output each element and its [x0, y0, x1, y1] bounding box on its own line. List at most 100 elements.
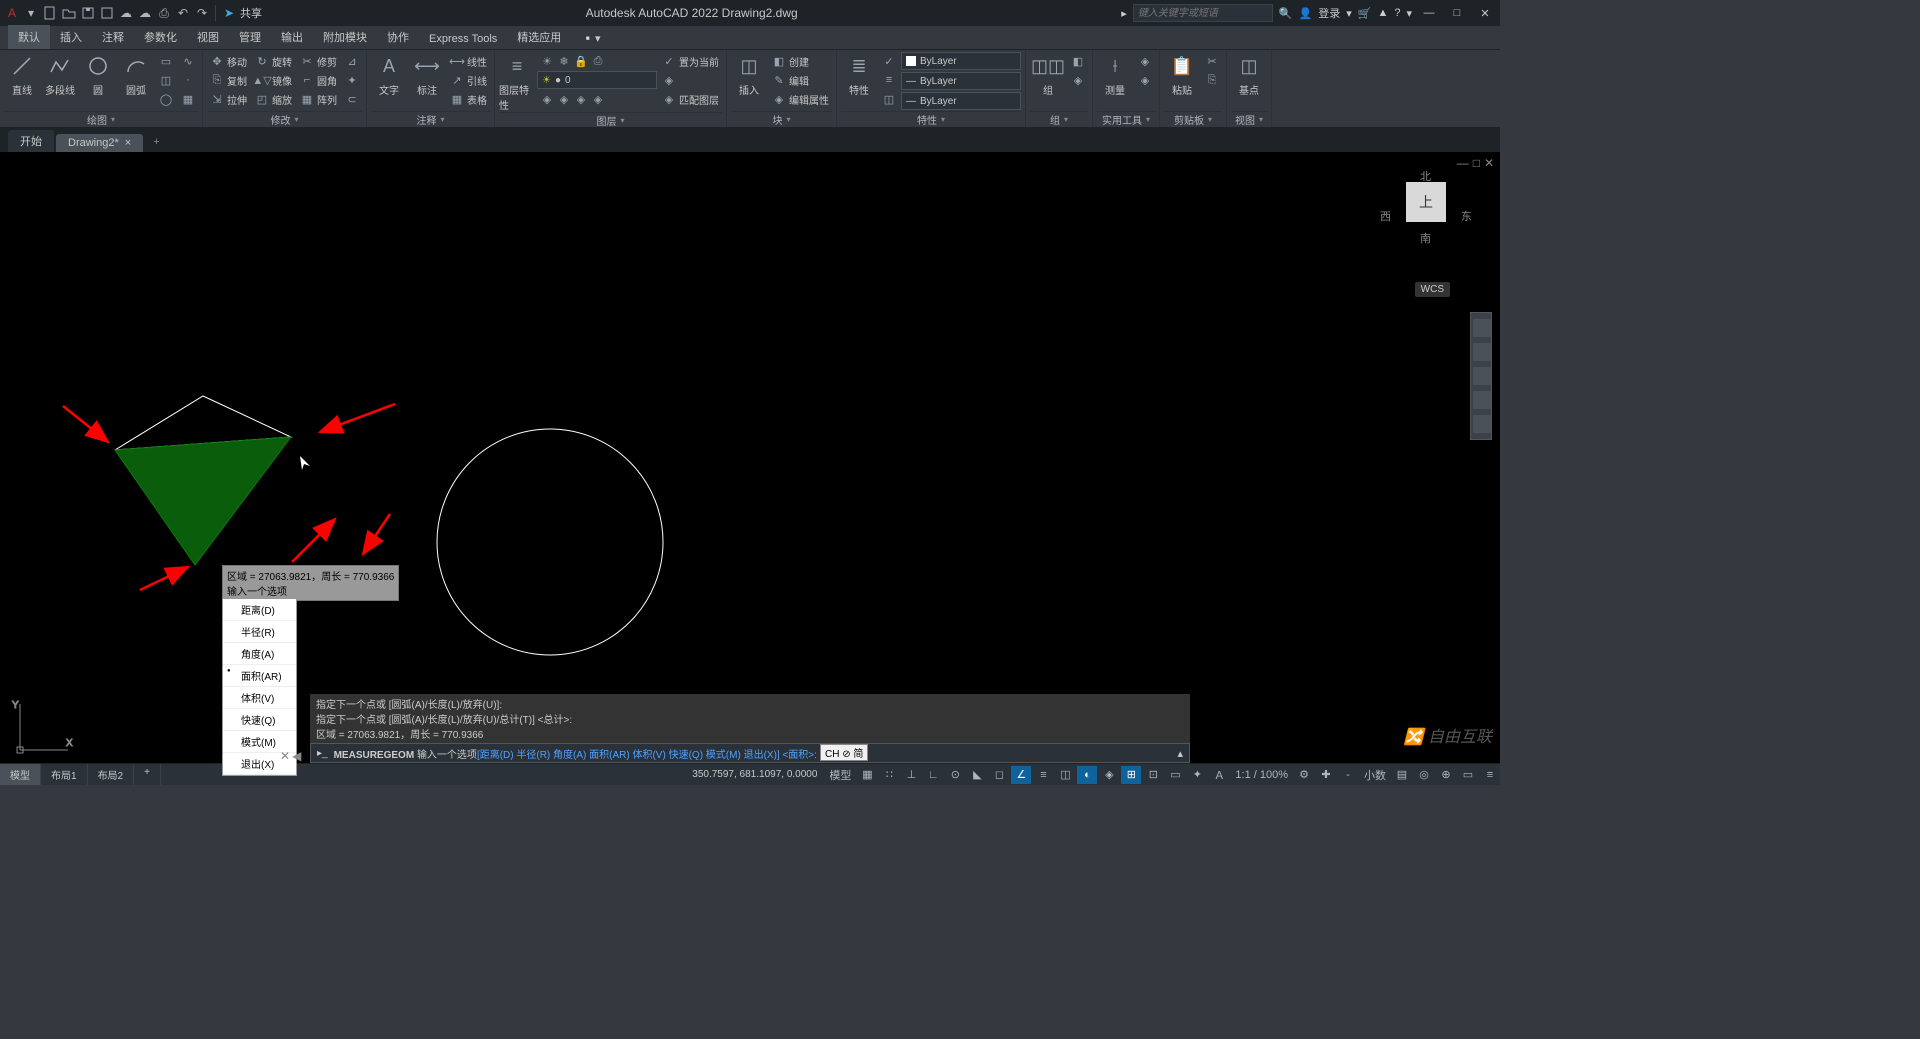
cmd-close-icon[interactable]: ✕	[280, 749, 290, 763]
status-sel-icon[interactable]: ▭	[1165, 766, 1185, 784]
point-button[interactable]: ·	[178, 71, 198, 89]
fillet-button[interactable]: ⌐圆角	[297, 71, 340, 89]
region-button[interactable]: ▦	[178, 90, 198, 108]
user-icon[interactable]: 👤	[1299, 7, 1313, 20]
undo-icon[interactable]: ↶	[175, 5, 191, 21]
group-tool3[interactable]: ◈	[1068, 71, 1088, 89]
doc-tab-start[interactable]: 开始	[8, 130, 54, 152]
help-icon[interactable]: ?	[1394, 7, 1400, 19]
tab-overflow[interactable]: ▫️▾	[571, 28, 610, 49]
panel-props-label[interactable]: 特性	[841, 111, 1021, 127]
status-ortho-icon[interactable]: ∟	[923, 766, 943, 784]
qat-dropdown[interactable]: ▾	[23, 5, 39, 21]
menu-radius[interactable]: 半径(R)	[223, 621, 296, 643]
share-label[interactable]: 共享	[240, 5, 262, 21]
cart-icon[interactable]: 🛒	[1358, 7, 1372, 20]
print-icon[interactable]: ⎙	[156, 5, 172, 21]
mirror-button[interactable]: ▲▽镜像	[252, 71, 295, 89]
layer-tool2-button[interactable]: ◈	[659, 71, 722, 89]
status-scale[interactable]: 1:1 / 100%	[1231, 766, 1292, 784]
help-dropdown[interactable]: ▾	[1406, 7, 1412, 20]
minimize-button[interactable]: —	[1418, 5, 1440, 21]
status-annomon-icon[interactable]: ✚	[1316, 766, 1336, 784]
web-save-icon[interactable]: ☁	[118, 5, 134, 21]
menu-area[interactable]: 面积(AR)	[223, 665, 296, 687]
tab-view[interactable]: 视图	[187, 25, 229, 49]
prop-palette-button[interactable]: ◫	[879, 90, 899, 108]
panel-annotation-label[interactable]: 注释	[371, 111, 490, 127]
login-dropdown[interactable]: ▾	[1346, 7, 1352, 20]
maximize-button[interactable]: □	[1446, 5, 1468, 21]
nav-orbit-icon[interactable]	[1473, 391, 1491, 409]
layer-selector[interactable]: ☀●0	[537, 71, 657, 89]
linear-dim-button[interactable]: ⟷线性	[447, 52, 490, 70]
share-icon[interactable]: ➤	[221, 5, 237, 21]
save-icon[interactable]	[80, 5, 96, 21]
layer-row3[interactable]: ◈◈◈◈	[537, 90, 657, 108]
viewbase-button[interactable]: ◫基点	[1231, 52, 1267, 97]
doc-tab-drawing2[interactable]: Drawing2*×	[56, 134, 143, 152]
tab-express[interactable]: Express Tools	[419, 29, 507, 49]
tab-annotate[interactable]: 注释	[92, 25, 134, 49]
tab-manage[interactable]: 管理	[229, 25, 271, 49]
layout-tab-1[interactable]: 布局1	[41, 764, 88, 785]
status-units-minus[interactable]: -	[1338, 766, 1358, 784]
circle-button[interactable]: 圆	[80, 52, 116, 97]
wcs-label[interactable]: WCS	[1415, 282, 1450, 297]
copy-clip-button[interactable]: ⎘	[1202, 71, 1222, 89]
status-menu-icon[interactable]: ≡	[1480, 766, 1500, 784]
tab-addins[interactable]: 附加模块	[313, 25, 377, 49]
close-button[interactable]: ✕	[1474, 5, 1496, 21]
menu-volume[interactable]: 体积(V)	[223, 687, 296, 709]
login-button[interactable]: 登录	[1318, 5, 1340, 21]
hatch-button[interactable]: ◫	[156, 71, 176, 89]
trim-button[interactable]: ✂修剪	[297, 52, 340, 70]
menu-distance[interactable]: 距离(D)	[223, 599, 296, 621]
status-grid-icon[interactable]: ▦	[857, 766, 877, 784]
extend-button[interactable]: ⊂	[342, 90, 362, 108]
nav-zoom-icon[interactable]	[1473, 367, 1491, 385]
nav-fullnav-icon[interactable]	[1473, 319, 1491, 337]
scale-button[interactable]: ◰缩放	[252, 90, 295, 108]
status-gizmo-icon[interactable]: ✦	[1187, 766, 1207, 784]
table-button[interactable]: ▦表格	[447, 90, 490, 108]
panel-groups-label[interactable]: 组	[1030, 111, 1088, 127]
layer-props-button[interactable]: ≡图层特性	[499, 52, 535, 112]
ime-indicator[interactable]: CH ⊘ 简	[820, 744, 868, 761]
lineweight-selector[interactable]: —ByLayer	[901, 72, 1021, 90]
menu-angle[interactable]: 角度(A)	[223, 643, 296, 665]
panel-block-label[interactable]: 块	[731, 111, 832, 127]
paste-button[interactable]: 📋粘贴	[1164, 52, 1200, 97]
search-icon[interactable]: 🔍	[1279, 7, 1293, 20]
block-attr-button[interactable]: ◈编辑属性	[769, 90, 832, 108]
status-isolate-icon[interactable]: ◎	[1414, 766, 1434, 784]
layout-tab-model[interactable]: 模型	[0, 764, 41, 785]
drawing-canvas[interactable]: — □ ✕ X Y 区域 = 27063.9821，周长 = 770.9366 …	[0, 152, 1500, 763]
status-dyn-icon[interactable]: ⊞	[1121, 766, 1141, 784]
redo-icon[interactable]: ↷	[194, 5, 210, 21]
measure-button[interactable]: ⟊测量	[1097, 52, 1133, 97]
block-insert-button[interactable]: ◫插入	[731, 52, 767, 97]
stretch-button[interactable]: ⇲拉伸	[207, 90, 250, 108]
nav-showui-icon[interactable]	[1473, 415, 1491, 433]
cut-button[interactable]: ✂	[1202, 52, 1222, 70]
status-otrack-icon[interactable]: ∠	[1011, 766, 1031, 784]
status-qp-icon[interactable]: ⊡	[1143, 766, 1163, 784]
leader-button[interactable]: ↗引线	[447, 71, 490, 89]
color-selector[interactable]: ByLayer	[901, 52, 1021, 70]
offset-button[interactable]: ⊿	[342, 52, 362, 70]
status-cycle-icon[interactable]: ◐	[1077, 766, 1097, 784]
menu-quick[interactable]: 快速(Q)	[223, 709, 296, 731]
move-button[interactable]: ✥移动	[207, 52, 250, 70]
add-tab-button[interactable]: +	[145, 132, 167, 152]
search-input[interactable]	[1133, 4, 1273, 22]
panel-modify-label[interactable]: 修改	[207, 111, 362, 127]
tab-featured[interactable]: 精选应用	[507, 25, 571, 49]
status-model[interactable]: 模型	[825, 766, 855, 784]
command-input[interactable]: ▸_ MEASUREGEOM 输入一个选项[距离(D) 半径(R) 角度(A) …	[310, 743, 1190, 763]
app-icon[interactable]: A	[4, 5, 20, 21]
panel-utilities-label[interactable]: 实用工具	[1097, 111, 1155, 127]
status-transp-icon[interactable]: ◫	[1055, 766, 1075, 784]
tab-default[interactable]: 默认	[8, 25, 50, 49]
status-iso-icon[interactable]: ◣	[967, 766, 987, 784]
